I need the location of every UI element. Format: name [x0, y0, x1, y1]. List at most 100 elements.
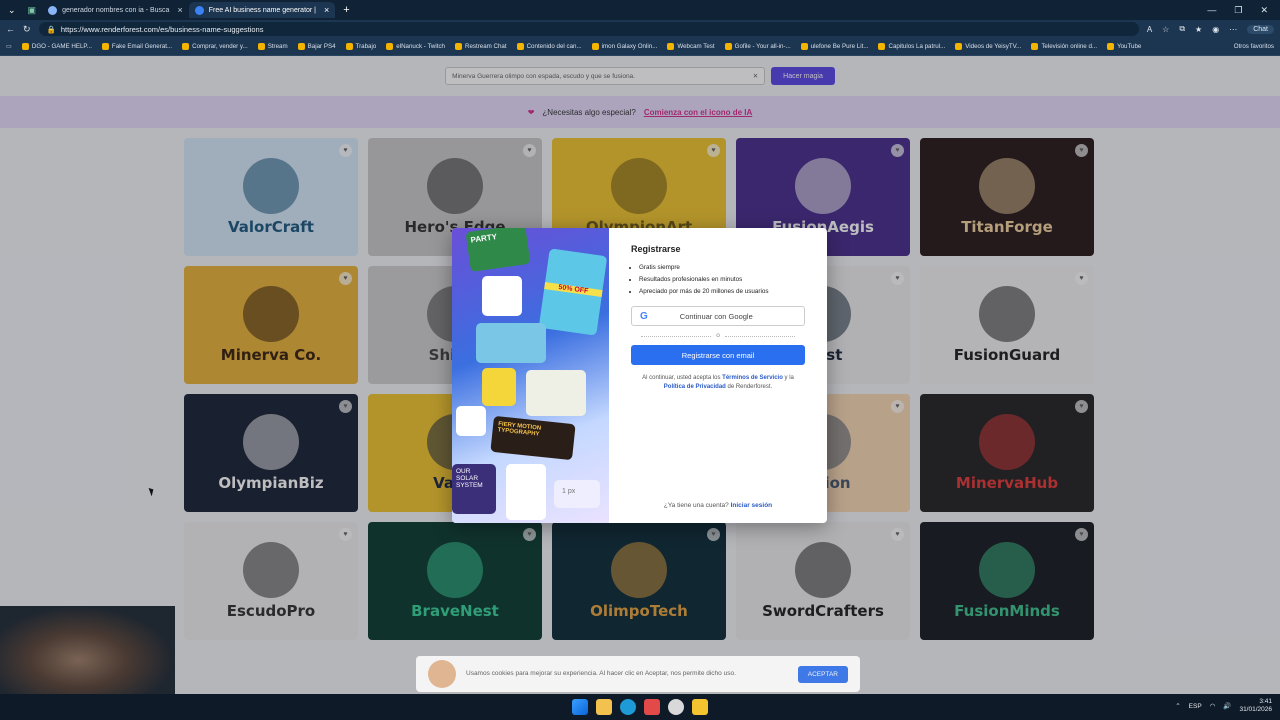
bookmark-label: Restream Chat — [464, 43, 507, 50]
lock-icon: 🔒 — [46, 24, 56, 34]
bookmark-icon — [101, 43, 109, 50]
google-icon — [48, 5, 58, 15]
favorite-star-icon[interactable]: ☆ — [1162, 25, 1169, 34]
tab-label: generador nombres con ia - Busca — [62, 6, 170, 14]
bookmark-item[interactable]: Bajar PS4 — [297, 43, 336, 50]
window-controls: — ❐ ✕ — [1207, 5, 1280, 16]
bookmark-item[interactable]: elNanuck - Twitch — [386, 43, 445, 50]
tab-renderforest[interactable]: Free AI business name generator | × — [188, 2, 336, 18]
bookmarks-menu-icon[interactable]: ▭ — [6, 43, 12, 50]
login-question: ¿Ya tiene una cuenta? — [663, 502, 729, 509]
read-aloud-icon[interactable]: A — [1147, 25, 1152, 34]
close-icon[interactable]: × — [324, 5, 329, 15]
bookmark-item[interactable]: Stream — [257, 43, 288, 50]
signup-modal: PARTY 50% OFF FIERY MOTION TYPOGRAPHY OU… — [452, 228, 827, 523]
bookmark-icon — [345, 43, 353, 50]
typography-tile: FIERY MOTION TYPOGRAPHY — [490, 415, 576, 461]
bookmark-label: Gofile - Your all-in-... — [734, 43, 791, 50]
back-icon[interactable]: ← — [6, 24, 15, 34]
bookmark-label: Videos de YeisyTV... — [965, 43, 1022, 50]
clock[interactable]: 3:41 31/01/2026 — [1239, 698, 1272, 714]
bookmark-icon — [667, 43, 675, 50]
sale-tile: 50% OFF — [538, 248, 608, 336]
refresh-icon[interactable]: ↻ — [23, 24, 31, 35]
tab-label: Free AI business name generator | — [208, 6, 317, 14]
favorites-icon[interactable]: ★ — [1195, 25, 1202, 34]
bookmark-icon — [591, 43, 599, 50]
webcam-overlay — [0, 606, 175, 696]
url-field[interactable]: 🔒 https://www.renderforest.com/es/busine… — [38, 22, 1139, 36]
bookmark-label: Fake Email Generat... — [111, 43, 173, 50]
windows-start-icon[interactable] — [572, 699, 588, 715]
px-tile: 1 px — [554, 480, 600, 508]
toolbar-right: A ☆ ⧉ ★ ◉ ⋯ Chat — [1147, 24, 1274, 34]
bookmark-label: Stream — [267, 43, 288, 50]
other-favorites[interactable]: Otros favoritos — [1234, 43, 1274, 50]
wifi-icon[interactable]: ◠ — [1210, 702, 1216, 710]
modal-title: Registrarse — [631, 244, 681, 254]
legal-pre: Al continuar, usted acepta los — [642, 375, 721, 381]
app-icon[interactable] — [692, 699, 708, 715]
bookmark-label: elNanuck - Twitch — [396, 43, 445, 50]
login-link[interactable]: Iniciar sesión — [731, 502, 773, 509]
close-icon[interactable]: × — [177, 5, 182, 15]
tab-strip: ⌄ ▣ generador nombres con ia - Busca × F… — [0, 0, 1280, 20]
bookmark-item[interactable]: Contenido del can... — [516, 43, 582, 50]
google-signin-button[interactable]: G Continuar con Google — [631, 306, 805, 326]
bookmark-icon — [516, 43, 524, 50]
bookmark-item[interactable]: Trabajo — [345, 43, 376, 50]
bookmark-item[interactable]: ulefone Be Pure Lit... — [800, 43, 868, 50]
lang-indicator[interactable]: ESP — [1189, 703, 1202, 710]
volume-icon[interactable]: 🔊 — [1223, 702, 1231, 710]
legal-and: y la — [784, 375, 794, 381]
bookmark-item[interactable]: Videos de YeisyTV... — [955, 43, 1021, 50]
edge-icon[interactable] — [620, 699, 636, 715]
terms-link[interactable]: Términos de Servicio — [722, 375, 783, 381]
bookmark-item[interactable]: Fake Email Generat... — [101, 43, 173, 50]
media-icon[interactable] — [668, 699, 684, 715]
taskbar: ⌃ ESP ◠ 🔊 3:41 31/01/2026 — [0, 694, 1280, 720]
new-tab-button[interactable]: + — [335, 4, 357, 16]
minimize-icon[interactable]: — — [1207, 5, 1216, 16]
bookmark-item[interactable]: Gofile - Your all-in-... — [724, 43, 791, 50]
benefit-item: Apreciado por más de 20 millones de usua… — [639, 286, 805, 298]
app-icon[interactable] — [644, 699, 660, 715]
profile-icon[interactable]: ◉ — [1212, 25, 1219, 34]
tab-search[interactable]: generador nombres con ia - Busca × — [42, 2, 189, 18]
chat-button[interactable]: Chat — [1247, 24, 1274, 34]
renderforest-icon — [194, 5, 204, 15]
bookmark-item[interactable]: YouTube — [1107, 43, 1141, 50]
privacy-link[interactable]: Política de Privacidad — [664, 384, 726, 390]
bookmark-label: Comprar, vender y... — [192, 43, 248, 50]
cookie-banner: Usamos cookies para mejorar su experienc… — [416, 656, 860, 692]
clock-time: 3:41 — [1259, 698, 1272, 705]
solar-tile: OUR SOLAR SYSTEM — [452, 464, 496, 514]
bookmark-icon — [257, 43, 265, 50]
person-tile — [506, 464, 546, 520]
bookmark-item[interactable]: Webcam Test — [667, 43, 715, 50]
restore-icon[interactable]: ❐ — [1234, 5, 1242, 16]
bookmark-item[interactable]: imon Galaxy Onlin... — [591, 43, 657, 50]
tab-list-icon[interactable]: ⌄ — [2, 5, 22, 16]
chevron-up-icon[interactable]: ⌃ — [1175, 702, 1180, 710]
bookmark-label: Webcam Test — [677, 43, 715, 50]
file-explorer-icon[interactable] — [596, 699, 612, 715]
extensions-icon[interactable]: ⧉ — [1179, 24, 1185, 34]
bookmark-label: Televisión online d... — [1041, 43, 1098, 50]
legal-text: Al continuar, usted acepta los Términos … — [631, 374, 805, 391]
accept-cookies-button[interactable]: ACEPTAR — [797, 665, 848, 683]
bookmark-item[interactable]: Comprar, vender y... — [182, 43, 248, 50]
bookmark-label: Contenido del can... — [526, 43, 582, 50]
bookmark-item[interactable]: Restream Chat — [454, 43, 507, 50]
bookmark-label: DGO - GAME HELP... — [31, 43, 92, 50]
workspace-icon[interactable]: ▣ — [22, 5, 43, 16]
email-signup-button[interactable]: Registrarse con email — [631, 345, 805, 365]
benefits-list: Gratis siempre Resultados profesionales … — [631, 262, 805, 298]
close-window-icon[interactable]: ✕ — [1260, 5, 1268, 16]
bookmark-item[interactable]: Capitulos La patrul... — [878, 43, 945, 50]
more-icon[interactable]: ⋯ — [1229, 25, 1237, 34]
cookie-text: Usamos cookies para mejorar su experienc… — [466, 670, 736, 677]
bookmark-item[interactable]: Televisión online d... — [1031, 43, 1097, 50]
bookmark-item[interactable]: DGO - GAME HELP... — [21, 43, 92, 50]
party-tile: PARTY — [465, 228, 531, 272]
